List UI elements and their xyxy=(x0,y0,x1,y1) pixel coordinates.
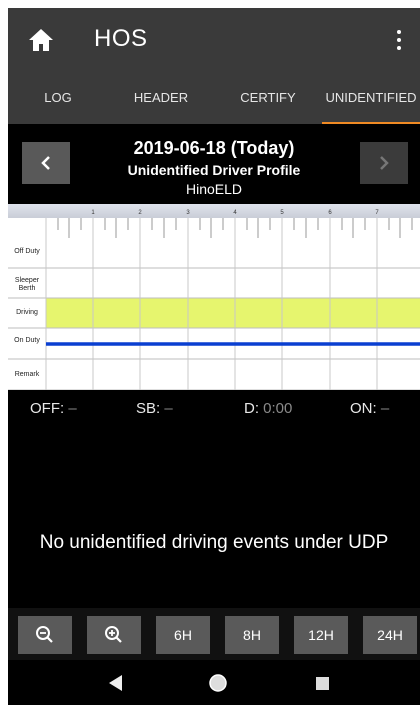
empty-state-message: No unidentified driving events under UDP xyxy=(39,532,389,553)
tab-log[interactable]: LOG xyxy=(8,72,108,124)
log-date: 2019-06-18 (Today) xyxy=(133,138,295,158)
hour-label: 2 xyxy=(138,210,142,216)
driving-row-highlight xyxy=(46,298,420,328)
home-circle-icon xyxy=(209,674,227,692)
hour-label: 7 xyxy=(375,210,379,216)
zoom-6h-button[interactable]: 6H xyxy=(156,616,210,654)
total-sb-label: SB: xyxy=(136,400,161,417)
duty-totals: OFF: – SB: – D: 0:00 ON: – xyxy=(8,390,420,424)
hour-label: 3 xyxy=(186,210,190,216)
zoom-8h-button[interactable]: 8H xyxy=(225,616,279,654)
total-off: OFF: – xyxy=(30,400,77,417)
next-day-button[interactable] xyxy=(360,142,408,184)
zoom-in-button[interactable] xyxy=(87,616,141,654)
home-icon[interactable] xyxy=(28,28,54,52)
recents-icon xyxy=(316,677,329,690)
total-driving-label: D: xyxy=(244,400,259,417)
duty-status-graph: 1 2 3 4 5 6 7 Off Duty Sleeper Berth Dri… xyxy=(8,204,420,390)
date-header: 2019-06-18 (Today) Unidentified Driver P… xyxy=(8,124,420,204)
total-driving-value: 0:00 xyxy=(263,400,293,417)
graph-grid: 1 2 3 4 5 6 7 xyxy=(8,210,420,390)
device-name: HinoELD xyxy=(185,181,243,197)
total-on-label: ON: xyxy=(350,400,377,417)
hour-label: 6 xyxy=(328,210,332,216)
app-bar: HOS xyxy=(8,8,420,72)
back-icon xyxy=(109,675,122,691)
overflow-menu-icon[interactable] xyxy=(394,28,404,52)
row-label-remark: Remark xyxy=(14,371,40,378)
row-label-driving: Driving xyxy=(16,309,38,316)
total-driving: D: 0:00 xyxy=(244,400,292,417)
total-on-value: – xyxy=(380,400,390,417)
zoom-24h-button[interactable]: 24H xyxy=(363,616,417,654)
zoom-toolbar: 6H 8H 12H 24H xyxy=(8,608,420,660)
total-on: ON: – xyxy=(350,400,389,417)
zoom-in-icon xyxy=(105,626,122,643)
total-sb: SB: – xyxy=(136,400,173,417)
chevron-right-icon xyxy=(380,156,389,170)
zoom-12h-button[interactable]: 12H xyxy=(294,616,348,654)
tab-certify[interactable]: CERTIFY xyxy=(214,72,322,124)
hour-label: 4 xyxy=(233,210,237,216)
total-off-value: – xyxy=(68,400,77,417)
tab-unidentified[interactable]: UNIDENTIFIED xyxy=(322,72,420,124)
system-nav-icons xyxy=(109,674,329,692)
row-label-on-duty: On Duty xyxy=(14,337,40,344)
hour-label: 1 xyxy=(91,210,95,216)
total-sb-value: – xyxy=(164,400,173,417)
hour-label: 5 xyxy=(280,210,284,216)
zoom-out-icon xyxy=(36,626,53,643)
app-frame: HOS LOG HEADER CERTIFY UNIDENTIFIED 2019… xyxy=(8,8,420,705)
row-label-off-duty: Off Duty xyxy=(14,248,40,255)
system-navigation-bar xyxy=(8,660,420,705)
driver-profile: Unidentified Driver Profile xyxy=(127,162,301,178)
app-title: HOS xyxy=(94,25,148,52)
tab-header[interactable]: HEADER xyxy=(108,72,214,124)
total-off-label: OFF: xyxy=(30,400,65,417)
row-label-sleeper-berth: Sleeper Berth xyxy=(14,277,40,292)
zoom-out-button[interactable] xyxy=(18,616,72,654)
tab-bar: LOG HEADER CERTIFY UNIDENTIFIED xyxy=(8,72,420,124)
